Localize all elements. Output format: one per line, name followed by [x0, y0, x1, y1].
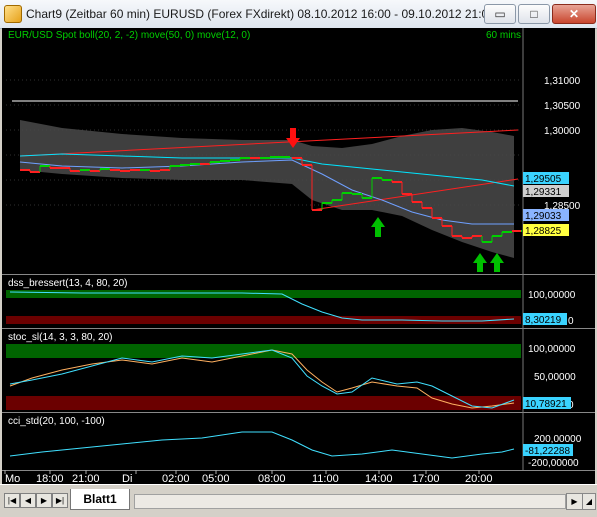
main-panel-legend: EUR/USD Spot boll(20, 2, -2) move(50, 0)… — [8, 30, 250, 41]
scroll-right-icon[interactable]: ▶ — [566, 493, 583, 510]
price-label: 1,29505 — [525, 174, 562, 185]
dss-legend: dss_bressert(13, 4, 80, 20) — [8, 278, 128, 289]
time-tick: 14:00 — [365, 473, 393, 484]
stoc-legend: stoc_sl(14, 3, 3, 80, 20) — [8, 332, 113, 343]
price-label: 1,29033 — [525, 211, 562, 222]
cci-tick: -200,00000 — [528, 458, 579, 469]
maximize-button[interactable]: □ — [518, 4, 550, 24]
price-tick: 1,30000 — [544, 126, 581, 137]
horizontal-scrollbar[interactable] — [134, 494, 566, 509]
chart-area[interactable]: EUR/USD Spot boll(20, 2, -2) move(50, 0)… — [2, 28, 595, 484]
dss-value-label: 8,30219 — [525, 315, 562, 326]
app-icon — [4, 5, 22, 23]
time-tick: 02:00 — [162, 473, 190, 484]
time-tick: Di — [122, 473, 132, 484]
stoc-tick: 100,00000 — [528, 344, 576, 355]
minimize-button[interactable]: ▭ — [484, 4, 516, 24]
cci-legend: cci_std(20, 100, -100) — [8, 416, 105, 427]
chart-canvas[interactable]: EUR/USD Spot boll(20, 2, -2) move(50, 0)… — [2, 28, 595, 484]
title-bar[interactable]: Chart9 (Zeitbar 60 min) EURUSD (Forex FX… — [0, 0, 597, 29]
dss-tick: 100,00000 — [528, 290, 576, 301]
price-tick: 1,30500 — [544, 101, 581, 112]
dss-tick: 0 — [568, 316, 574, 327]
time-tick: 21:00 — [72, 473, 100, 484]
time-tick: 08:00 — [258, 473, 286, 484]
main-price-panel[interactable]: EUR/USD Spot boll(20, 2, -2) move(50, 0)… — [2, 28, 523, 274]
cci-panel[interactable]: cci_std(20, 100, -100) 200,00000 -200,00… — [2, 412, 595, 470]
sheet-tab-bar: |◀ ◀ ▶ ▶| Blatt1 ▶ ◢ — [0, 484, 597, 517]
price-label: 1,29331 — [525, 187, 562, 198]
price-tick: 1,31000 — [544, 76, 581, 87]
next-sheet-icon[interactable]: ▶ — [36, 493, 52, 508]
cci-value-label: -81,22288 — [525, 446, 570, 457]
price-label: 1,28825 — [525, 226, 562, 237]
last-sheet-icon[interactable]: ▶| — [52, 493, 68, 508]
stoc-panel[interactable]: stoc_sl(14, 3, 3, 80, 20) 100,00000 50,0… — [2, 328, 595, 412]
price-axis: 1,310001,305001,300001,28500 1,29505 1,2… — [522, 28, 595, 274]
first-sheet-icon[interactable]: |◀ — [4, 493, 20, 508]
stoc-tick: 50,00000 — [534, 372, 576, 383]
timeframe-label: 60 mins — [486, 30, 521, 41]
time-tick: 18:00 — [36, 473, 64, 484]
cci-tick: 200,00000 — [534, 434, 582, 445]
stoc-value-label: 10,78921 — [525, 399, 567, 410]
time-tick: 20:00 — [465, 473, 493, 484]
resize-grip-icon[interactable]: ◢ — [582, 493, 596, 510]
close-button[interactable]: ✕ — [552, 4, 596, 24]
time-tick: Mo — [5, 473, 20, 484]
time-tick: 11:00 — [312, 473, 339, 484]
window-title: Chart9 (Zeitbar 60 min) EURUSD (Forex FX… — [26, 7, 495, 21]
time-tick: 05:00 — [202, 473, 230, 484]
dss-panel[interactable]: dss_bressert(13, 4, 80, 20) 100,00000 0 … — [2, 274, 595, 328]
time-axis: Mo 18:00 21:00 Di 02:00 05:00 08:00 11:00 14:00 1… — [2, 470, 595, 484]
tab-blatt1[interactable]: Blatt1 — [70, 489, 130, 510]
time-tick: 17:00 — [412, 473, 440, 484]
prev-sheet-icon[interactable]: ◀ — [20, 493, 36, 508]
